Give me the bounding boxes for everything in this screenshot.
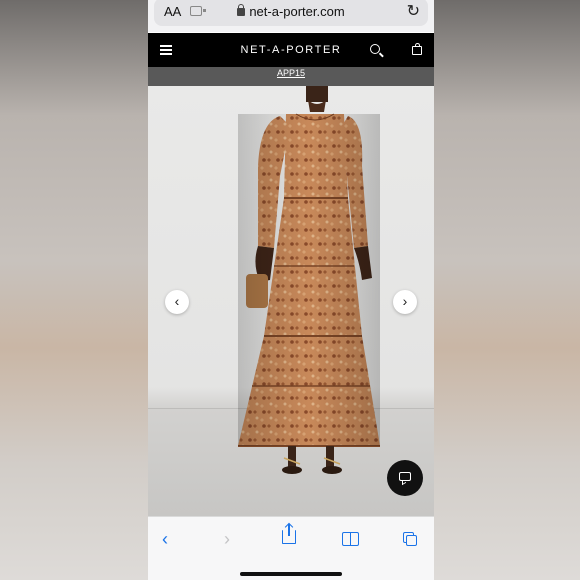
brand-logo[interactable]: NET-A-PORTER	[148, 44, 434, 56]
product-image	[238, 86, 380, 474]
safari-toolbar: ‹ ›	[148, 516, 434, 580]
site-header: NET-A-PORTER	[148, 33, 434, 67]
url-display[interactable]: net-a-porter.com	[154, 4, 428, 19]
lock-icon	[237, 4, 246, 16]
product-gallery[interactable]: ‹ ›	[148, 86, 434, 516]
reload-icon[interactable]: ↻	[407, 1, 420, 21]
gallery-next-button[interactable]: ›	[393, 290, 417, 314]
chat-icon	[399, 472, 411, 481]
promo-code[interactable]: APP15	[277, 68, 305, 78]
gallery-prev-button[interactable]: ‹	[165, 290, 189, 314]
safari-address-area: AA net-a-porter.com ↻	[148, 0, 434, 32]
chevron-right-icon: ›	[402, 293, 408, 309]
chevron-right-icon: ›	[224, 529, 230, 549]
blurred-backdrop-left	[0, 0, 148, 580]
bookmarks-icon[interactable]	[342, 532, 360, 546]
chevron-left-icon: ‹	[162, 529, 168, 549]
address-bar[interactable]: AA net-a-porter.com ↻	[154, 0, 428, 26]
share-icon[interactable]	[282, 524, 296, 544]
forward-button[interactable]: ›	[224, 529, 230, 550]
shopping-bag-icon[interactable]	[412, 43, 422, 55]
blurred-backdrop-right	[432, 0, 580, 580]
chat-button[interactable]	[387, 460, 423, 496]
tabs-icon[interactable]	[403, 532, 417, 546]
promo-banner[interactable]: APP15	[148, 67, 434, 86]
back-button[interactable]: ‹	[162, 529, 168, 550]
home-indicator[interactable]	[240, 572, 342, 576]
url-text: net-a-porter.com	[249, 4, 345, 19]
chevron-left-icon: ‹	[174, 293, 180, 309]
phone-screen: AA net-a-porter.com ↻ NET-A-PORTER APP15	[148, 0, 434, 580]
search-icon[interactable]	[370, 44, 380, 54]
